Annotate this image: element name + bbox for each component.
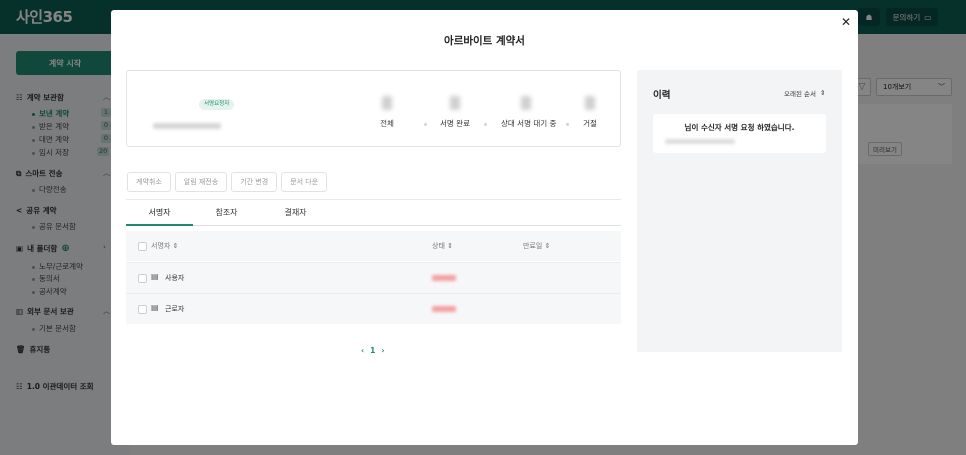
status-value — [432, 306, 456, 312]
stat-label: 전체 — [380, 119, 394, 128]
stat-signed-count — [450, 96, 460, 110]
stat-total: 전체 — [377, 96, 397, 129]
message-icon: ▤ — [151, 272, 159, 281]
stat-label: 서명 완료 — [440, 119, 470, 128]
stat-rejected-count — [585, 96, 595, 110]
status-value — [432, 275, 456, 281]
sort-icon: ⇕ — [172, 242, 179, 250]
sort-label: 오래된 순서 — [784, 90, 816, 98]
tab-references[interactable]: 참조자 — [193, 202, 260, 226]
change-period-button[interactable]: 기간 변경 — [231, 172, 278, 192]
column-expiry[interactable]: 만료일 ⇕ — [523, 241, 550, 251]
requester-info — [153, 123, 221, 129]
tab-signers[interactable]: 서명자 — [126, 202, 193, 226]
column-status[interactable]: 상태 ⇕ — [432, 241, 453, 251]
stat-signed: 서명 완료 — [440, 96, 470, 129]
select-all-checkbox[interactable] — [138, 242, 147, 251]
history-entry: 님이 수신자 서명 요청 하였습니다. — [653, 114, 826, 153]
sort-icon: ⇕ — [819, 89, 826, 97]
divider — [126, 199, 621, 200]
row-checkbox[interactable] — [138, 274, 147, 283]
tab-approvers[interactable]: 결재자 — [262, 202, 329, 226]
separator-dot — [566, 123, 569, 126]
next-page-icon[interactable]: › — [381, 346, 384, 355]
sort-icon: ⇕ — [447, 242, 453, 250]
signer-name: 사용자 — [165, 274, 185, 282]
history-panel: 이력 오래된 순서 ⇕ 님이 수신자 서명 요청 하였습니다. — [637, 70, 842, 352]
requester-badge: 서명요청자 — [199, 99, 235, 110]
close-icon[interactable]: ✕ — [839, 15, 853, 29]
signing-summary: 서명요청자 전체 서명 완료 상대 서명 대기 중 거절 — [126, 70, 621, 147]
table-header: 서명자 ⇕ 상태 ⇕ 만료일 ⇕ — [126, 231, 621, 261]
stat-label: 거절 — [583, 119, 597, 128]
column-label: 상태 — [432, 242, 445, 250]
cancel-contract-button[interactable]: 계약취소 — [127, 172, 171, 192]
column-signer[interactable]: 서명자 ⇕ — [151, 241, 178, 251]
history-timestamp — [665, 139, 735, 144]
download-document-button[interactable]: 문서 다운 — [281, 172, 328, 192]
column-label: 서명자 — [151, 242, 171, 250]
sort-icon: ⇕ — [544, 242, 551, 250]
stat-rejected: 거절 — [582, 96, 598, 129]
message-icon: ▤ — [151, 303, 159, 312]
modal-title: 아르바이트 계약서 — [444, 35, 525, 47]
separator-dot — [424, 123, 427, 126]
stat-waiting-count — [521, 96, 531, 110]
table-row[interactable]: ▤ 사용자 — [126, 262, 621, 293]
page-number[interactable]: 1 — [370, 346, 375, 355]
stat-label: 상대 서명 대기 중 — [501, 119, 557, 128]
history-title: 이력 — [653, 90, 671, 101]
pagination: ‹ 1 › — [361, 346, 384, 355]
participant-tabs: 서명자 참조자 결재자 — [126, 202, 621, 226]
stat-total-count — [382, 96, 392, 110]
column-label: 만료일 — [523, 242, 543, 250]
signer-name: 근로자 — [165, 305, 185, 313]
row-checkbox[interactable] — [138, 305, 147, 314]
stat-waiting: 상대 서명 대기 중 — [501, 96, 557, 129]
resend-notification-button[interactable]: 알림 재전송 — [174, 172, 228, 192]
history-message: 님이 수신자 서명 요청 하였습니다. — [684, 123, 795, 132]
contract-detail-modal: 아르바이트 계약서 ✕ 서명요청자 전체 서명 완료 상대 서명 대기 중 거절… — [111, 10, 858, 445]
history-sort-toggle[interactable]: 오래된 순서 ⇕ — [784, 88, 825, 98]
separator-dot — [484, 123, 487, 126]
action-bar: 계약취소 알림 재전송 기간 변경 문서 다운 — [127, 172, 328, 192]
prev-page-icon[interactable]: ‹ — [361, 346, 364, 355]
table-row[interactable]: ▤ 근로자 — [126, 293, 621, 324]
